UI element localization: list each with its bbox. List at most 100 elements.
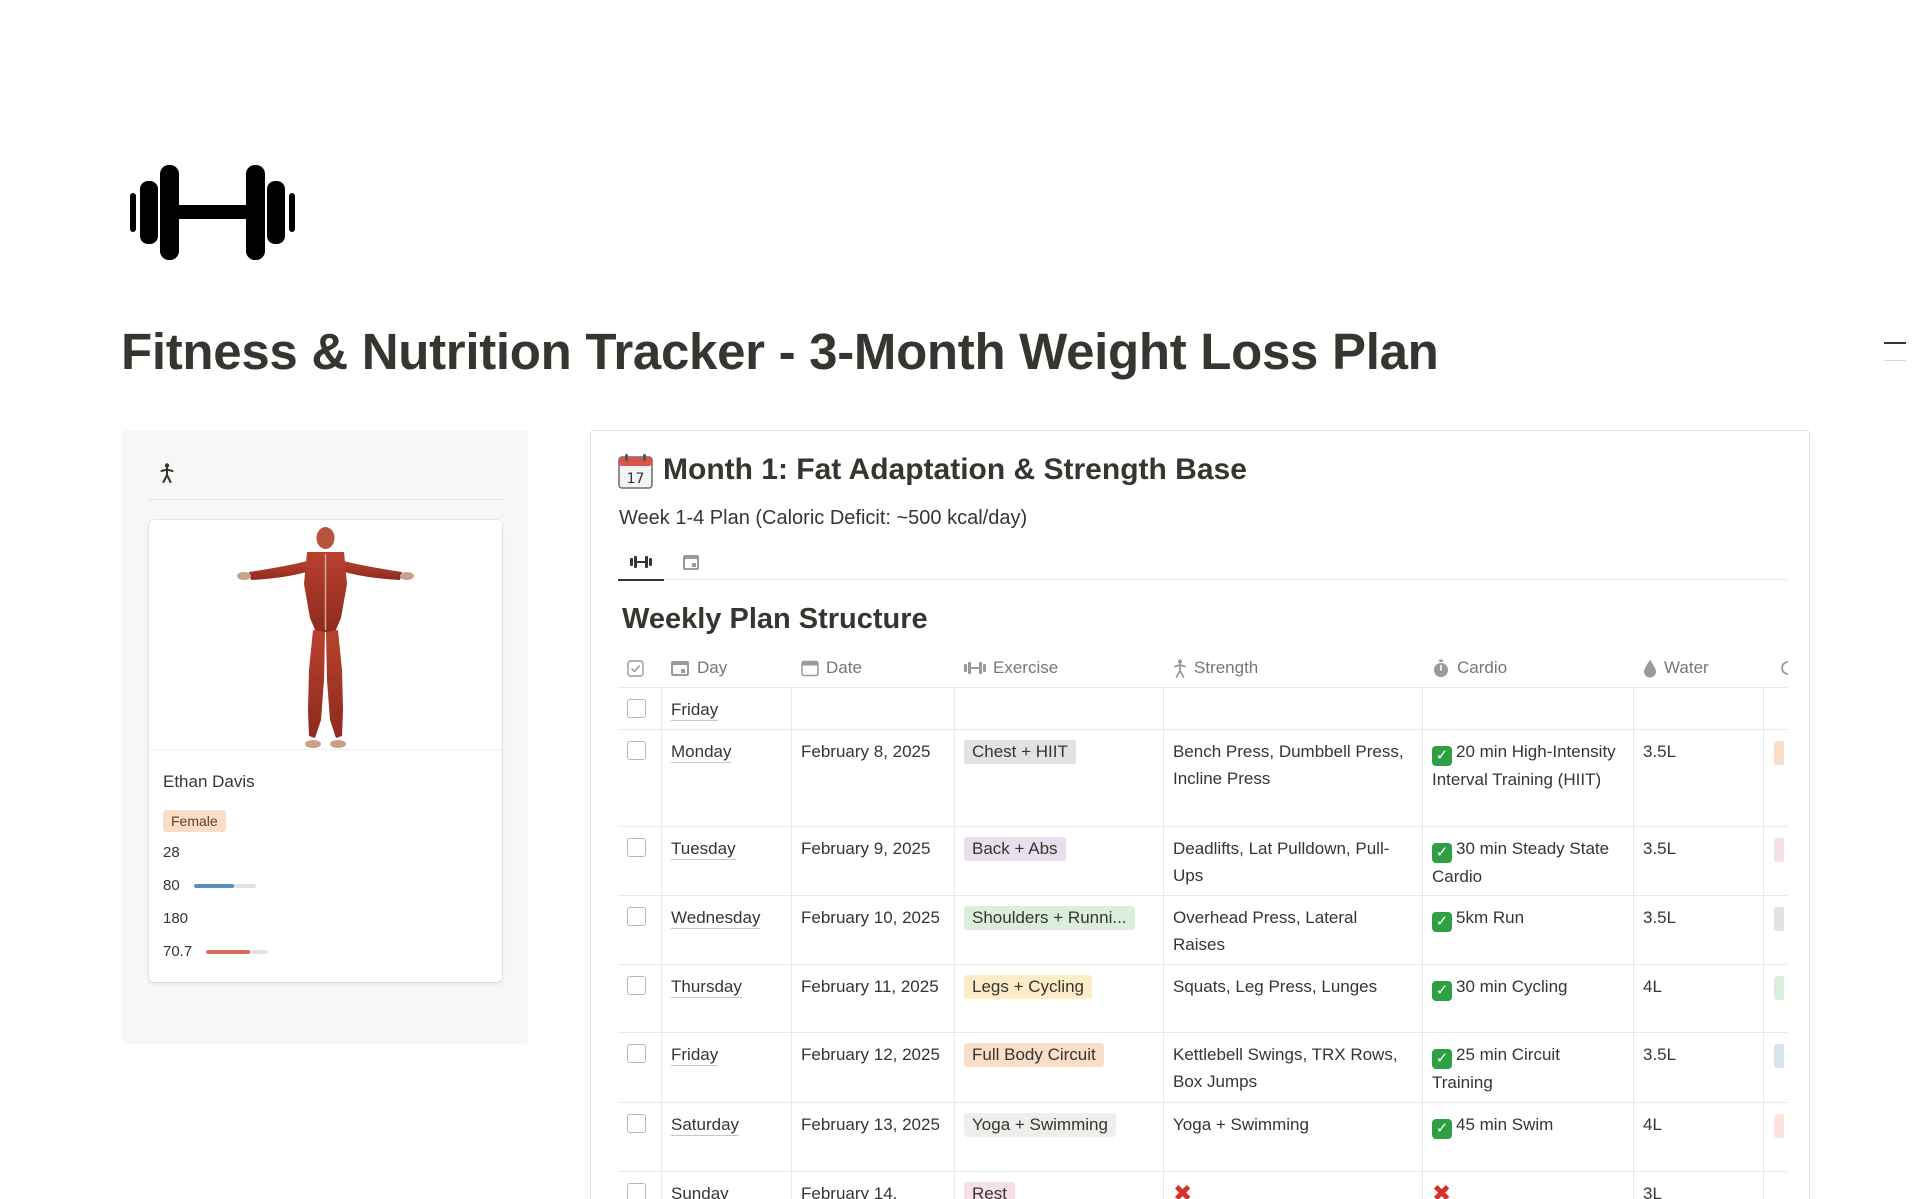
table-row[interactable]: Monday February 8, 2025 Chest + HIIT Bench … bbox=[618, 730, 1788, 827]
cell-strength[interactable]: ✖ bbox=[1163, 1172, 1422, 1199]
outline-toggle-button[interactable] bbox=[1884, 342, 1906, 362]
day-link[interactable]: Sunday bbox=[671, 1184, 729, 1199]
day-link[interactable]: Thursday bbox=[671, 977, 742, 998]
row-checkbox[interactable] bbox=[627, 838, 646, 857]
cell-date[interactable]: February 9, 2025 bbox=[791, 827, 954, 895]
cell-truncated[interactable] bbox=[1763, 1172, 1803, 1199]
cell-exercise[interactable] bbox=[954, 688, 1163, 729]
cell-date[interactable]: February 10, 2025 bbox=[791, 896, 954, 964]
cell-cardio[interactable]: ✓ 30 min Steady State Cardio bbox=[1422, 827, 1633, 895]
cell-day[interactable]: Saturday bbox=[661, 1103, 791, 1171]
cell-exercise[interactable]: Legs + Cycling bbox=[954, 965, 1163, 1032]
cell-date[interactable] bbox=[791, 688, 954, 729]
cell-exercise[interactable]: Shoulders + Runni... bbox=[954, 896, 1163, 964]
cell-truncated[interactable] bbox=[1763, 730, 1803, 826]
cell-water[interactable]: 4L bbox=[1633, 965, 1763, 1032]
day-link[interactable]: Saturday bbox=[671, 1115, 740, 1136]
column-header-exercise[interactable]: Exercise bbox=[964, 648, 1058, 688]
profile-card[interactable]: Ethan Davis Female 28 80 180 70.7 bbox=[149, 520, 502, 982]
cell-truncated[interactable] bbox=[1763, 827, 1803, 895]
row-checkbox[interactable] bbox=[627, 699, 646, 718]
tab-workout-view[interactable] bbox=[618, 543, 664, 581]
cell-date[interactable]: February 13, 2025 bbox=[791, 1103, 954, 1171]
select-all-checkbox-icon[interactable] bbox=[627, 648, 651, 688]
cell-water[interactable]: 3.5L bbox=[1633, 730, 1763, 826]
cell-exercise[interactable]: Full Body Circuit bbox=[954, 1033, 1163, 1102]
cell-day[interactable]: Thursday bbox=[661, 965, 791, 1032]
cell-truncated[interactable] bbox=[1763, 1103, 1803, 1171]
cell-strength[interactable]: Deadlifts, Lat Pulldown, Pull-Ups bbox=[1163, 827, 1422, 895]
row-checkbox-cell[interactable] bbox=[618, 1172, 661, 1199]
cell-cardio[interactable]: ✓ 45 min Swim bbox=[1422, 1103, 1633, 1171]
table-row[interactable]: Saturday February 13, 2025 Yoga + Swimming… bbox=[618, 1103, 1788, 1172]
tab-calendar-view[interactable] bbox=[668, 543, 714, 580]
cell-strength[interactable]: Yoga + Swimming bbox=[1163, 1103, 1422, 1171]
cell-cardio[interactable]: ✓ 20 min High-Intensity Interval Training… bbox=[1422, 730, 1633, 826]
cell-day[interactable]: Friday bbox=[661, 688, 791, 729]
cell-cardio[interactable]: ✓ 25 min Circuit Training bbox=[1422, 1033, 1633, 1102]
cell-day[interactable]: Wednesday bbox=[661, 896, 791, 964]
cell-day[interactable]: Friday bbox=[661, 1033, 791, 1102]
column-header-day[interactable]: Day bbox=[670, 648, 727, 688]
cell-strength[interactable]: Overhead Press, Lateral Raises bbox=[1163, 896, 1422, 964]
cell-exercise[interactable]: Back + Abs bbox=[954, 827, 1163, 895]
cell-day[interactable]: Sunday bbox=[661, 1172, 791, 1199]
row-checkbox[interactable] bbox=[627, 1183, 646, 1199]
row-checkbox-cell[interactable] bbox=[618, 1103, 661, 1171]
row-checkbox-cell[interactable] bbox=[618, 965, 661, 1032]
cell-strength[interactable]: Squats, Leg Press, Lunges bbox=[1163, 965, 1422, 1032]
day-link[interactable]: Friday bbox=[671, 700, 719, 721]
cell-water[interactable]: 3.5L bbox=[1633, 896, 1763, 964]
column-header-strength[interactable]: Strength bbox=[1173, 648, 1258, 688]
cell-cardio[interactable] bbox=[1422, 688, 1633, 729]
cell-date[interactable]: February 11, 2025 bbox=[791, 965, 954, 1032]
row-checkbox-cell[interactable] bbox=[618, 827, 661, 895]
person-walking-icon[interactable] bbox=[160, 463, 174, 485]
row-checkbox-cell[interactable] bbox=[618, 730, 661, 826]
day-link[interactable]: Monday bbox=[671, 742, 732, 763]
cell-water[interactable]: 3.5L bbox=[1633, 1033, 1763, 1102]
cell-truncated[interactable] bbox=[1763, 688, 1803, 729]
cell-exercise[interactable]: Yoga + Swimming bbox=[954, 1103, 1163, 1171]
cell-truncated[interactable] bbox=[1763, 1033, 1803, 1102]
cell-cardio[interactable]: ✓ 5km Run bbox=[1422, 896, 1633, 964]
row-checkbox[interactable] bbox=[627, 1044, 646, 1063]
cell-water[interactable]: 3.5L bbox=[1633, 827, 1763, 895]
row-checkbox-cell[interactable] bbox=[618, 896, 661, 964]
table-row[interactable]: Tuesday February 9, 2025 Back + Abs Deadlif… bbox=[618, 827, 1788, 896]
column-header-next-icon[interactable] bbox=[1778, 648, 1797, 688]
table-row[interactable]: Friday bbox=[618, 688, 1788, 730]
day-link[interactable]: Tuesday bbox=[671, 839, 736, 860]
cell-strength[interactable]: Bench Press, Dumbbell Press, Incline Pre… bbox=[1163, 730, 1422, 826]
cell-water[interactable]: 4L bbox=[1633, 1103, 1763, 1171]
cell-date[interactable]: February 12, 2025 bbox=[791, 1033, 954, 1102]
cell-exercise[interactable]: Rest bbox=[954, 1172, 1163, 1199]
cell-water[interactable] bbox=[1633, 688, 1763, 729]
row-checkbox[interactable] bbox=[627, 1114, 646, 1133]
cell-truncated[interactable] bbox=[1763, 896, 1803, 964]
day-link[interactable]: Friday bbox=[671, 1045, 719, 1066]
column-header-date[interactable]: Date bbox=[801, 648, 862, 688]
table-row[interactable]: Wednesday February 10, 2025 Shoulders + Ru… bbox=[618, 896, 1788, 965]
cell-day[interactable]: Monday bbox=[661, 730, 791, 826]
row-checkbox[interactable] bbox=[627, 907, 646, 926]
cell-date[interactable]: February 8, 2025 bbox=[791, 730, 954, 826]
cell-cardio[interactable]: ✓ 30 min Cycling bbox=[1422, 965, 1633, 1032]
cell-exercise[interactable]: Chest + HIIT bbox=[954, 730, 1163, 826]
row-checkbox[interactable] bbox=[627, 976, 646, 995]
cell-water[interactable]: 3L bbox=[1633, 1172, 1763, 1199]
day-link[interactable]: Wednesday bbox=[671, 908, 761, 929]
table-row[interactable]: Sunday February 14, Rest ✖ ✖ 3L bbox=[618, 1172, 1788, 1199]
cell-strength[interactable] bbox=[1163, 688, 1422, 729]
row-checkbox-cell[interactable] bbox=[618, 688, 661, 729]
row-checkbox-cell[interactable] bbox=[618, 1033, 661, 1102]
cell-date[interactable]: February 14, bbox=[791, 1172, 954, 1199]
table-row[interactable]: Friday February 12, 2025 Full Body Circuit… bbox=[618, 1033, 1788, 1103]
row-checkbox[interactable] bbox=[627, 741, 646, 760]
table-row[interactable]: Thursday February 11, 2025 Legs + Cycling S… bbox=[618, 965, 1788, 1033]
cell-cardio[interactable]: ✖ bbox=[1422, 1172, 1633, 1199]
column-header-water[interactable]: Water bbox=[1643, 648, 1709, 688]
cell-truncated[interactable] bbox=[1763, 965, 1803, 1032]
cell-day[interactable]: Tuesday bbox=[661, 827, 791, 895]
cell-strength[interactable]: Kettlebell Swings, TRX Rows, Box Jumps bbox=[1163, 1033, 1422, 1102]
